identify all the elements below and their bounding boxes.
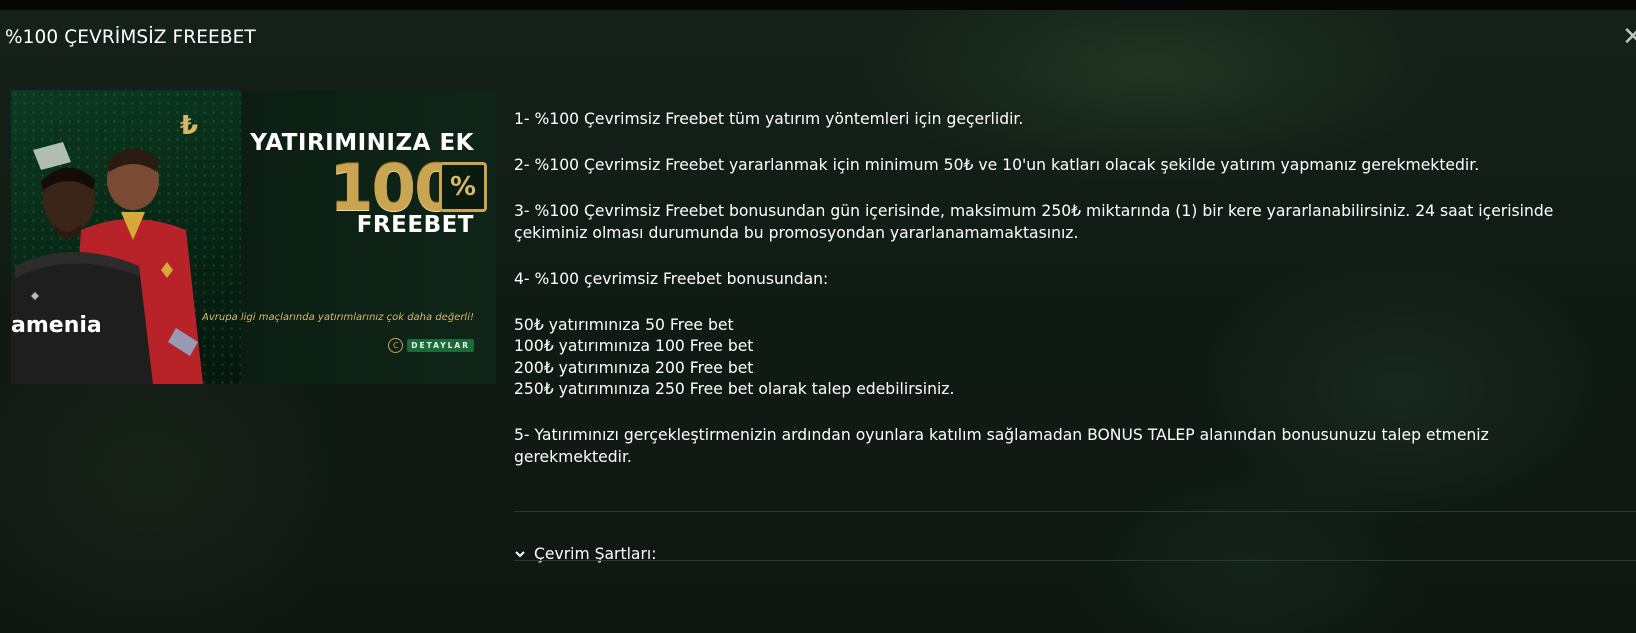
rules-content: 1- %100 Çevrimsiz Freebet tüm yatırım yö… [514, 109, 1604, 493]
amount-item: 250₺ yatırımınıza 250 Free bet olarak ta… [514, 380, 955, 398]
details-label: DETAYLAR [407, 339, 474, 352]
chevron-down-icon [515, 551, 525, 558]
sponsor-text: amenia [11, 313, 102, 338]
divider [514, 560, 1636, 561]
modal-title: %100 ÇEVRİMSİZ FREEBET [5, 27, 256, 48]
rule-item: 5- Yatırımınızı gerçekleştirmenizin ardı… [514, 426, 1489, 466]
amount-item: 100₺ yatırımınıza 100 Free bet [514, 337, 754, 355]
banner-tagline: Avrupa ligi maçlarında yatırımlarınız ço… [202, 312, 474, 323]
rule-item: 2- %100 Çevrimsiz Freebet yararlanmak iç… [514, 156, 1480, 174]
amount-list: 50₺ yatırımınıza 50 Free bet 100₺ yatırı… [514, 315, 1604, 401]
wagering-terms-accordion[interactable]: Çevrim Şartları: [514, 537, 1636, 571]
rule-item: 4- %100 çevrimsiz Freebet bonusundan: [514, 269, 829, 288]
top-bar [0, 0, 1636, 10]
amount-item: 50₺ yatırımınıza 50 Free bet [514, 315, 734, 334]
rule-item: 3- %100 Çevrimsiz Freebet bonusundan gün… [514, 202, 1554, 242]
svg-text:₺: ₺ [180, 111, 198, 140]
promotion-modal: %100 ÇEVRİMSİZ FREEBET ✕ amenia ₺ YATIRI… [0, 10, 1636, 633]
banner-details-link[interactable]: C DETAYLAR [388, 338, 474, 353]
lira-coin-icon: ₺ [180, 111, 198, 140]
banner-percent-badge: % [439, 162, 487, 212]
close-icon[interactable]: ✕ [1622, 22, 1636, 52]
divider [514, 511, 1636, 512]
rule-item: 1- %100 Çevrimsiz Freebet tüm yatırım yö… [514, 110, 1024, 128]
amount-item: 200₺ yatırımınıza 200 Free bet [514, 358, 754, 377]
promo-banner: amenia ₺ YATIRIMINIZA EK 100 % FREEBET A… [11, 90, 496, 384]
brand-logo-icon: C [388, 338, 404, 353]
banner-freebet-label: FREEBET [356, 212, 474, 238]
